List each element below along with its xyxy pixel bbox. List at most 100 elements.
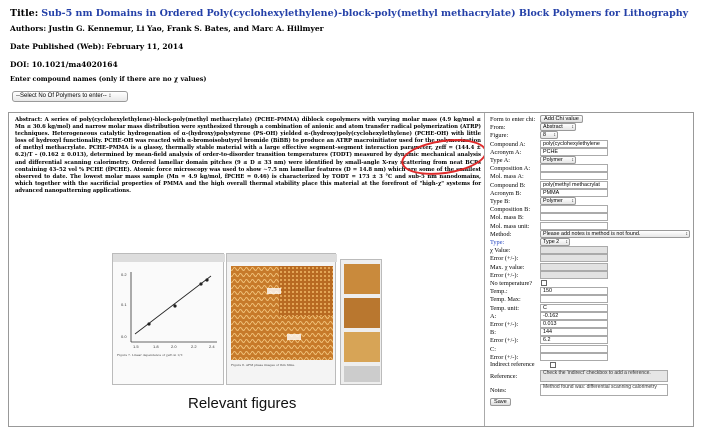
type-row: Type: Type 2 [488, 238, 693, 246]
chi-error-input[interactable] [540, 254, 608, 263]
abstract-pane: Abstract: A series of poly(cyclohexyleth… [12, 113, 485, 426]
b-input[interactable]: 144 [540, 328, 608, 337]
plot-caption: Figure 7. Linear dependence of χeff on 1… [117, 353, 183, 357]
figure-area: 1.5 1.8 2.0 2.2 2.4 0.2 0.1 0.0 Figure 7. Line… [112, 253, 392, 403]
save-button[interactable]: Save [490, 398, 511, 406]
acronym-b-row: Acronym B: PMMA [488, 188, 693, 197]
temp-unit-row: Temp. unit: C [488, 303, 693, 312]
from-row: From: Abstract [488, 123, 693, 132]
compound-b-row: Compound B: poly(methyl methacrylat [488, 180, 693, 189]
acronym-a-input[interactable]: PCHE [540, 147, 608, 156]
title-row: Title: Sub-5 nm Domains in Ordered Poly(… [10, 6, 694, 22]
mol-mass-a-input[interactable] [540, 172, 608, 181]
authors-label: Authors: [10, 24, 47, 33]
enter-compounds-note: Enter compound names (only if there are … [10, 75, 207, 83]
method-select[interactable]: Please add notes is method is not found. [540, 229, 690, 238]
chi-value-input[interactable] [540, 246, 608, 255]
compound-b-input[interactable]: poly(methyl methacrylat [540, 180, 608, 189]
mol-mass-a-row: Mol. mass A: [488, 172, 693, 181]
notes-label: Notes: [490, 387, 507, 394]
svg-text:1.5: 1.5 [133, 344, 139, 349]
figure-row: Figure: 8 [488, 131, 693, 140]
temp-row: Temp.: 150 [488, 287, 693, 296]
acronym-b-input[interactable]: PMMA [540, 188, 608, 197]
reference-textarea[interactable]: Check the 'indirect' checkbox to add a r… [540, 370, 668, 382]
compound-a-input[interactable]: poly(cyclohexylethylene [540, 139, 608, 148]
chi-error-row: Error (+/-): [488, 254, 693, 263]
relevant-figures-label: Relevant figures [188, 395, 297, 412]
afm-caption: Figure 8. AFM phase images of thin films… [231, 363, 295, 367]
reference-label: Reference: [490, 373, 518, 380]
indirect-label: Indirect reference [490, 361, 535, 368]
mol-mass-unit-row: Mol. mass unit: [488, 221, 693, 230]
chi-value-row: χ Value: [488, 246, 693, 255]
temp-unit-input[interactable]: C [540, 303, 608, 312]
acronym-a-row: Acronym A: PCHE [488, 147, 693, 156]
no-temperature-checkbox[interactable] [541, 280, 547, 286]
b-error-row: Error (+/-): 6.2 [488, 336, 693, 345]
svg-text:0.2: 0.2 [121, 272, 127, 277]
figure-strip-panel [340, 259, 382, 385]
chi-plot-icon: 1.5 1.8 2.0 2.2 2.4 0.2 0.1 0.0 [113, 254, 225, 349]
composition-b-input[interactable] [540, 205, 608, 214]
temp-max-input[interactable] [540, 295, 608, 304]
polymer-count-select[interactable]: --Select No Of Polymers to enter-- ↕ [12, 91, 128, 102]
svg-text:0.0: 0.0 [121, 334, 127, 339]
max-chi-error-row: Error (+/-): [488, 270, 693, 279]
svg-text:2.0: 2.0 [171, 344, 177, 349]
max-chi-input[interactable] [540, 262, 608, 271]
c-error-input[interactable] [540, 352, 608, 361]
max-chi-row: Max. χ value: [488, 262, 693, 271]
mol-mass-b-row: Mol. mass B: [488, 213, 693, 222]
notes-textarea[interactable]: Method found was: differential scanning … [540, 384, 668, 396]
mol-mass-unit-input[interactable] [540, 221, 608, 230]
a-input[interactable]: -0.162 [540, 311, 608, 320]
max-chi-error-input[interactable] [540, 270, 608, 279]
doi-row: DOI: 10.1021/ma4020164 [10, 58, 694, 72]
svg-text:0.1: 0.1 [121, 302, 127, 307]
main-frame: Abstract: A series of poly(cyclohexyleth… [8, 112, 694, 427]
a-row: A: -0.162 [488, 311, 693, 320]
authors-value: Justin G. Kennemur, Li Yao, Frank S. Bat… [48, 24, 324, 33]
method-row: Method: Please add notes is method is no… [488, 229, 693, 238]
svg-text:1.8: 1.8 [153, 344, 159, 349]
no-temperature-row: No temperature? [488, 279, 693, 287]
date-value: February 11, 2014 [106, 42, 184, 51]
authors-row: Authors: Justin G. Kennemur, Li Yao, Fra… [10, 22, 694, 36]
compound-a-row: Compound A: poly(cyclohexylethylene [488, 139, 693, 148]
type-b-row: Type B: Polymer [488, 197, 693, 205]
type-a-row: Type A: Polymer [488, 156, 693, 164]
temp-max-row: Temp. Max: [488, 295, 693, 304]
add-chi-button[interactable]: Add Chi value [540, 115, 583, 123]
c-input[interactable] [540, 344, 608, 353]
title-label: Title: [10, 8, 39, 19]
mol-mass-b-input[interactable] [540, 213, 608, 222]
temp-input[interactable]: 150 [540, 287, 608, 296]
article-metadata: Title: Sub-5 nm Domains in Ordered Poly(… [10, 6, 694, 86]
from-select[interactable]: Abstract [540, 123, 576, 132]
figure-afm-panel: Figure 8. AFM phase images of thin films… [226, 253, 337, 385]
type-a-select[interactable]: Polymer [540, 156, 576, 164]
afm-strip-icon [344, 264, 380, 382]
indirect-checkbox[interactable] [550, 362, 556, 368]
date-label: Date Published (Web): [10, 42, 105, 51]
b-row: B: 144 [488, 328, 693, 337]
form-header-row: Form to enter chi: Add Chi value [488, 115, 693, 123]
composition-a-input[interactable] [540, 164, 608, 173]
composition-a-row: Composition A: [488, 164, 693, 173]
c-row: C: [488, 344, 693, 353]
article-title-link[interactable]: Sub-5 nm Domains in Ordered Poly(cyclohe… [41, 8, 688, 19]
doi-label: DOI: [10, 60, 30, 69]
type-select[interactable]: Type 2 [540, 238, 570, 246]
date-row: Date Published (Web): February 11, 2014 [10, 40, 694, 54]
b-error-input[interactable]: 6.2 [540, 336, 608, 345]
type-b-select[interactable]: Polymer [540, 197, 576, 205]
abstract-label: Abstract: [15, 117, 43, 123]
svg-text:2.4: 2.4 [209, 344, 215, 349]
figure-plot-panel: 1.5 1.8 2.0 2.2 2.4 0.2 0.1 0.0 Figure 7. Line… [112, 253, 225, 385]
a-error-input[interactable]: 0.013 [540, 320, 608, 328]
doi-value: 10.1021/ma4020164 [31, 60, 118, 69]
chi-entry-form: Form to enter chi: Add Chi value From: A… [488, 113, 693, 426]
composition-b-row: Composition B: [488, 205, 693, 214]
figure-select[interactable]: 8 [540, 131, 558, 140]
